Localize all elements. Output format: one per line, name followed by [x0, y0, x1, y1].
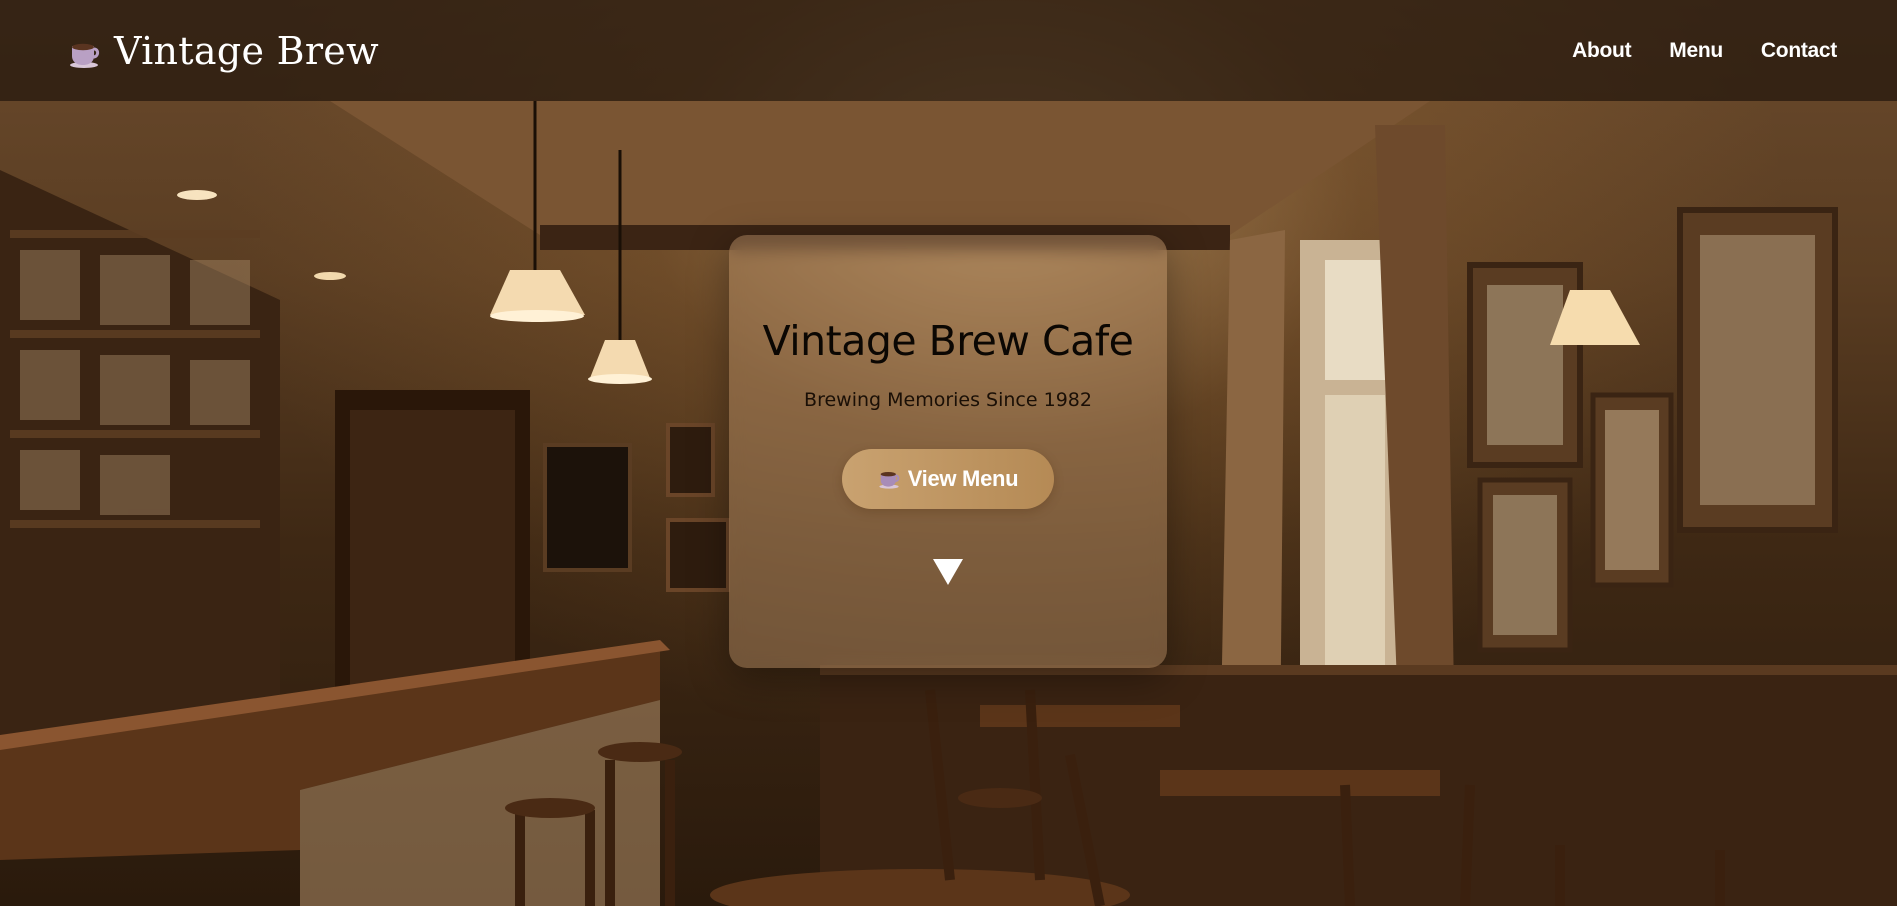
nav-link-about[interactable]: About: [1572, 39, 1631, 63]
page: Vintage Brew About Menu Contact Vintage …: [0, 0, 1897, 906]
hero-card: Vintage Brew Cafe Brewing Memories Since…: [729, 235, 1167, 668]
nav-link-menu[interactable]: Menu: [1669, 39, 1723, 63]
hero-subtitle: Brewing Memories Since 1982: [804, 389, 1092, 411]
brand-name: Vintage Brew: [114, 28, 379, 73]
view-menu-button[interactable]: View Menu: [842, 449, 1054, 509]
down-triangle-icon[interactable]: [933, 559, 963, 585]
coffee-cup-icon: [878, 468, 900, 490]
top-navigation-bar: Vintage Brew About Menu Contact: [0, 0, 1897, 101]
hero-title: Vintage Brew Cafe: [762, 317, 1134, 365]
view-menu-label: View Menu: [907, 466, 1019, 491]
nav-link-contact[interactable]: Contact: [1761, 39, 1837, 63]
coffee-cup-icon: [68, 35, 100, 68]
brand-logo[interactable]: Vintage Brew: [68, 29, 379, 73]
nav-links: About Menu Contact: [1572, 39, 1837, 63]
